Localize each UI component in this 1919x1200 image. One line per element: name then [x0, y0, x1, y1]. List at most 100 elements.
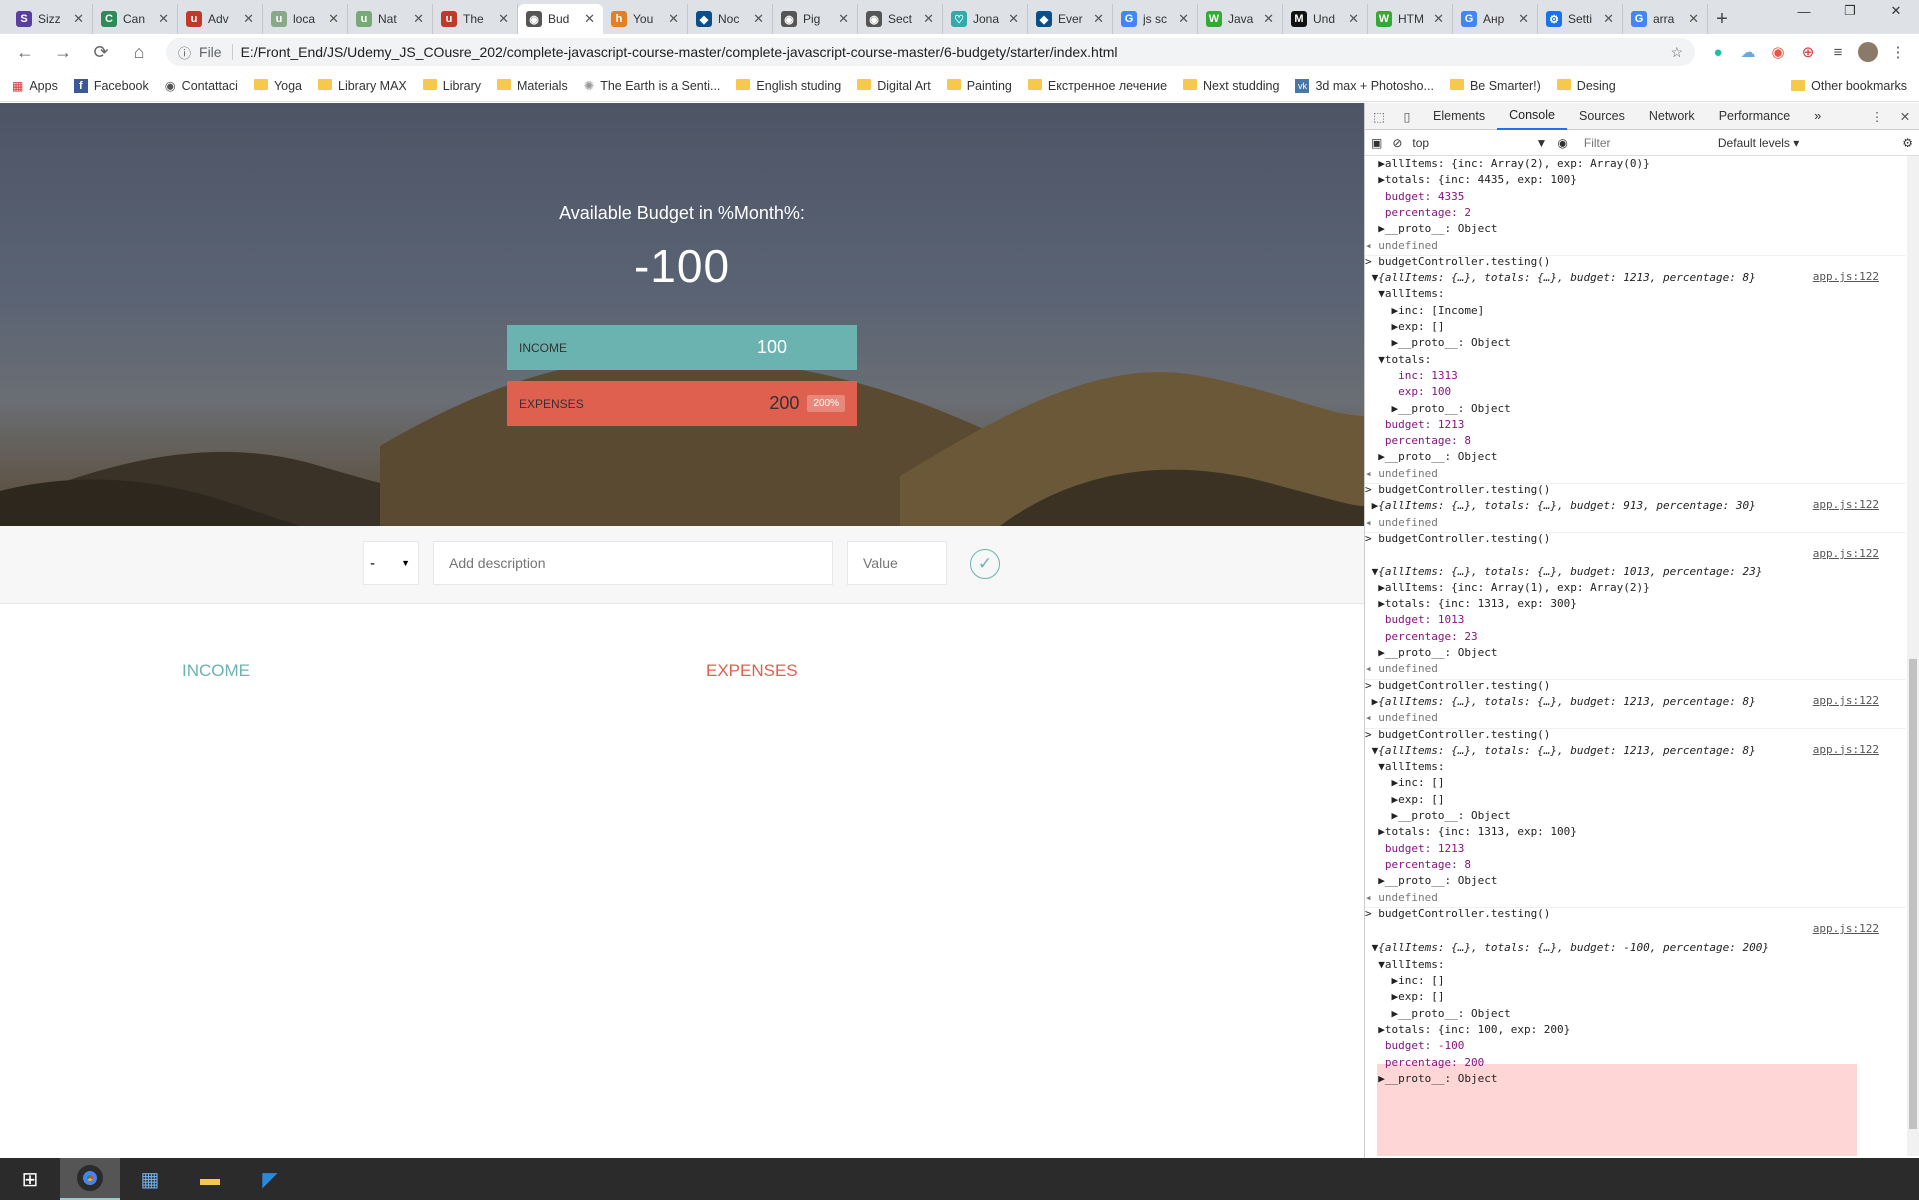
- console-output-line[interactable]: ▶__proto__: Object: [1365, 449, 1906, 465]
- close-tab-icon[interactable]: ✕: [1178, 11, 1189, 27]
- console-output-line[interactable]: ▶__proto__: Object: [1365, 401, 1906, 417]
- browser-tab[interactable]: ◉ Bud ✕: [518, 4, 603, 34]
- type-select[interactable]: - ▼: [363, 541, 419, 585]
- close-tab-icon[interactable]: ✕: [413, 11, 424, 27]
- bookmark-item[interactable]: Desing: [1556, 78, 1616, 93]
- source-link[interactable]: app.js:122: [1813, 498, 1879, 511]
- source-link[interactable]: app.js:122: [1813, 694, 1879, 707]
- bookmark-item[interactable]: ▦ Apps: [12, 79, 58, 93]
- browser-tab[interactable]: ◉ Pig ✕: [773, 4, 858, 34]
- address-bar[interactable]: ⓘ File E:/Front_End/JS/Udemy_JS_COusre_2…: [166, 38, 1695, 66]
- bookmark-item[interactable]: English studing: [736, 78, 841, 93]
- close-tab-icon[interactable]: ✕: [243, 11, 254, 27]
- bookmark-item[interactable]: Yoga: [253, 78, 302, 93]
- devtools-tab-network[interactable]: Network: [1637, 103, 1707, 130]
- add-item-button[interactable]: ✓: [970, 549, 1000, 579]
- console-output-line[interactable]: ▼{allItems: {…}, totals: {…}, budget: 10…: [1365, 564, 1906, 580]
- inspect-element-icon[interactable]: ⬚: [1365, 109, 1393, 124]
- bookmark-item[interactable]: Painting: [946, 78, 1012, 93]
- browser-tab[interactable]: ♡ Jona ✕: [943, 4, 1028, 34]
- devtools-tab-elements[interactable]: Elements: [1421, 103, 1497, 130]
- console-output-line[interactable]: ▶inc: []: [1365, 973, 1906, 989]
- browser-tab[interactable]: h You ✕: [603, 4, 688, 34]
- source-link[interactable]: app.js:122: [1813, 270, 1879, 283]
- close-tab-icon[interactable]: ✕: [584, 11, 595, 27]
- bookmark-star-icon[interactable]: ☆: [1670, 44, 1683, 61]
- close-tab-icon[interactable]: ✕: [73, 11, 84, 27]
- devtools-tab-sources[interactable]: Sources: [1567, 103, 1637, 130]
- bookmark-item[interactable]: vk 3d max + Photosho...: [1295, 78, 1434, 93]
- console-output-line[interactable]: ▶inc: []: [1365, 775, 1906, 791]
- browser-tab[interactable]: u loca ✕: [263, 4, 348, 34]
- close-tab-icon[interactable]: ✕: [838, 11, 849, 27]
- bookmark-item[interactable]: Digital Art: [857, 78, 931, 93]
- browser-tab[interactable]: ◉ Sect ✕: [858, 4, 943, 34]
- console-output-line[interactable]: ▶inc: [Income]: [1365, 303, 1906, 319]
- close-tab-icon[interactable]: ✕: [1518, 11, 1529, 27]
- console-output-line[interactable]: ▶__proto__: Object: [1365, 1006, 1906, 1022]
- reading-list-icon[interactable]: ≡: [1825, 39, 1851, 65]
- close-tab-icon[interactable]: ✕: [668, 11, 679, 27]
- browser-tab[interactable]: G Анр ✕: [1453, 4, 1538, 34]
- close-tab-icon[interactable]: ✕: [328, 11, 339, 27]
- console-settings-gear-icon[interactable]: ⚙: [1902, 136, 1913, 150]
- bookmark-item[interactable]: Library: [422, 78, 481, 93]
- description-input[interactable]: [433, 541, 833, 585]
- console-output-line[interactable]: ▶totals: {inc: 1313, exp: 100}: [1365, 824, 1906, 840]
- back-button[interactable]: ←: [8, 37, 42, 67]
- devtools-tab-console[interactable]: Console: [1497, 103, 1567, 130]
- close-tab-icon[interactable]: ✕: [1433, 11, 1444, 27]
- close-tab-icon[interactable]: ✕: [923, 11, 934, 27]
- console-output-line[interactable]: ▶allItems: {inc: Array(2), exp: Array(0)…: [1365, 156, 1906, 172]
- value-input[interactable]: [847, 541, 947, 585]
- clear-console-icon[interactable]: ⊘: [1392, 136, 1402, 150]
- source-link[interactable]: app.js:122: [1813, 922, 1879, 935]
- console-output-line[interactable]: ▶__proto__: Object: [1365, 873, 1906, 889]
- bookmark-item[interactable]: Materials: [497, 78, 568, 93]
- console-output-line[interactable]: ▶__proto__: Object: [1365, 808, 1906, 824]
- other-bookmarks[interactable]: Other bookmarks: [1791, 79, 1907, 93]
- info-icon[interactable]: ⓘ: [178, 43, 191, 62]
- extension-icon-plus[interactable]: ⊕: [1795, 39, 1821, 65]
- console-output-line[interactable]: ▶exp: []: [1365, 319, 1906, 335]
- log-levels-select[interactable]: Default levels ▾: [1718, 136, 1799, 150]
- console-output-line[interactable]: ▶__proto__: Object: [1365, 221, 1906, 237]
- control-panel-taskbar-icon[interactable]: ▦: [120, 1158, 180, 1200]
- browser-tab[interactable]: u The ✕: [433, 4, 518, 34]
- bookmark-item[interactable]: Екстренное лечение: [1027, 78, 1167, 93]
- browser-tab[interactable]: C Can ✕: [93, 4, 178, 34]
- close-tab-icon[interactable]: ✕: [753, 11, 764, 27]
- source-link[interactable]: app.js:122: [1813, 743, 1879, 756]
- close-devtools-icon[interactable]: ✕: [1891, 109, 1919, 124]
- browser-tab[interactable]: W Java ✕: [1198, 4, 1283, 34]
- console-output-line[interactable]: ▶exp: []: [1365, 989, 1906, 1005]
- bookmark-item[interactable]: ✺ The Earth is a Senti...: [584, 78, 721, 94]
- console-output-line[interactable]: ▶totals: {inc: 1313, exp: 300}: [1365, 596, 1906, 612]
- bookmark-item[interactable]: Library MAX: [318, 78, 407, 93]
- extension-icon-red[interactable]: ◉: [1765, 39, 1791, 65]
- console-output-line[interactable]: ▶exp: []: [1365, 792, 1906, 808]
- console-output-line[interactable]: ▶totals: {inc: 4435, exp: 100}: [1365, 172, 1906, 188]
- browser-tab[interactable]: ◆ Ever ✕: [1028, 4, 1113, 34]
- browser-tab[interactable]: S Sizz ✕: [8, 4, 93, 34]
- console-scrollbar[interactable]: [1907, 156, 1919, 1156]
- bookmark-item[interactable]: ◉ Contattaci: [165, 78, 238, 94]
- cloud-extension-icon[interactable]: ☁: [1735, 39, 1761, 65]
- close-tab-icon[interactable]: ✕: [498, 11, 509, 27]
- close-window-button[interactable]: ✕: [1873, 0, 1919, 22]
- console-output-line[interactable]: ▼{allItems: {…}, totals: {…}, budget: -1…: [1365, 940, 1906, 956]
- close-tab-icon[interactable]: ✕: [1093, 11, 1104, 27]
- context-select[interactable]: top ▼: [1412, 136, 1547, 150]
- home-button[interactable]: ⌂: [122, 37, 156, 67]
- close-tab-icon[interactable]: ✕: [1008, 11, 1019, 27]
- close-tab-icon[interactable]: ✕: [1263, 11, 1274, 27]
- close-tab-icon[interactable]: ✕: [1688, 11, 1699, 27]
- close-tab-icon[interactable]: ✕: [1603, 11, 1614, 27]
- profile-avatar[interactable]: [1855, 39, 1881, 65]
- close-tab-icon[interactable]: ✕: [1348, 11, 1359, 27]
- bookmark-item[interactable]: Be Smarter!): [1449, 78, 1541, 93]
- console-output-line[interactable]: ▼allItems:: [1365, 957, 1906, 973]
- more-tabs-icon[interactable]: »: [1802, 103, 1833, 130]
- windows-start-icon[interactable]: ⊞: [0, 1158, 60, 1200]
- console-output-line[interactable]: ▶allItems: {inc: Array(1), exp: Array(2)…: [1365, 580, 1906, 596]
